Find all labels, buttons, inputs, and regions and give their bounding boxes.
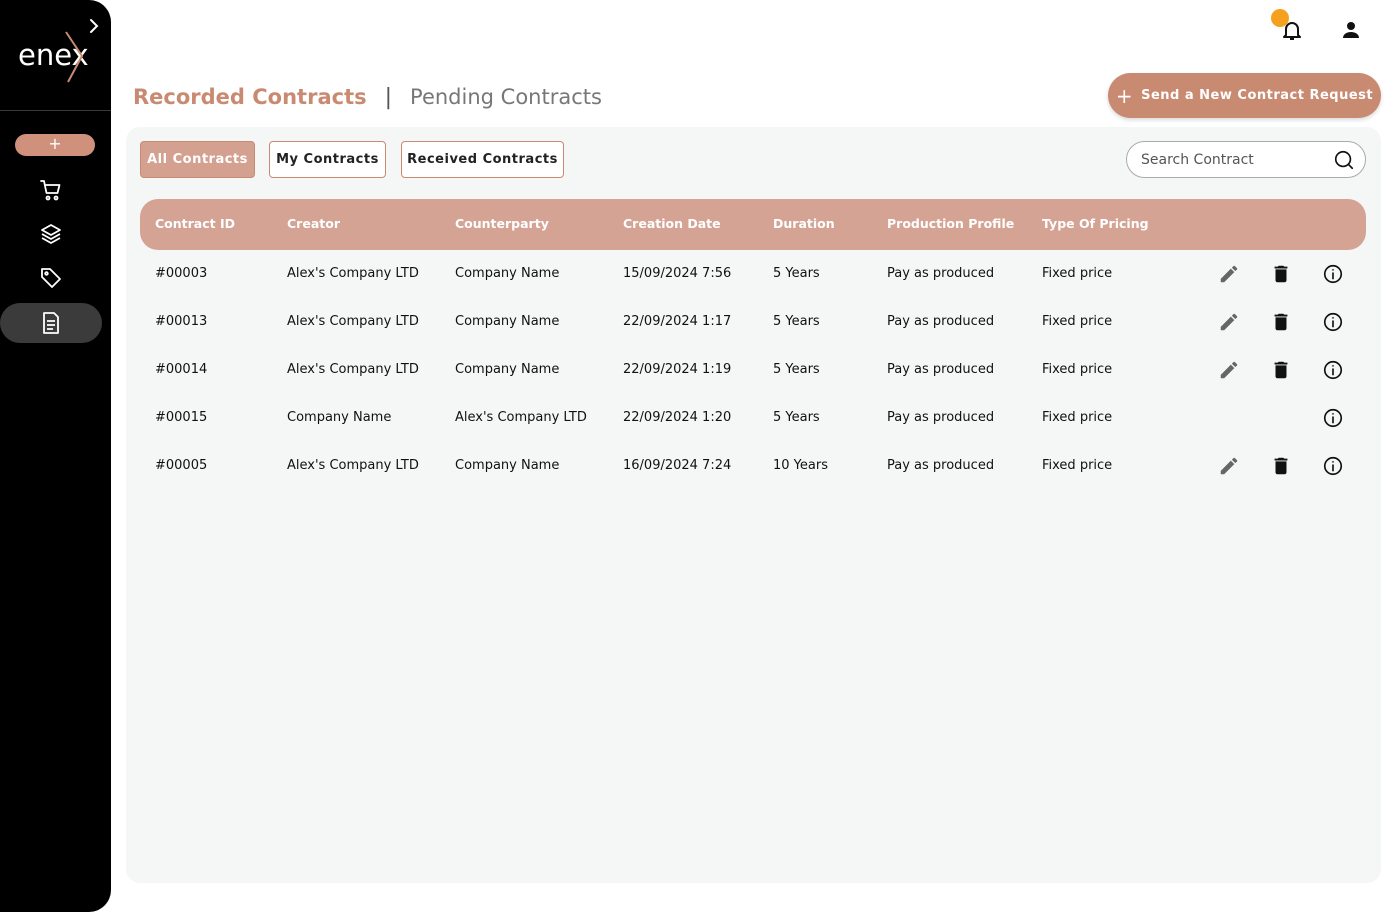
edit-icon[interactable]: [1218, 455, 1240, 477]
sidebar-item-tags[interactable]: [0, 258, 102, 298]
table-cell: Company Name: [455, 458, 560, 473]
table-cell: Fixed price: [1042, 362, 1113, 377]
info-icon[interactable]: [1322, 455, 1344, 477]
table-cell: Alex's Company LTD: [287, 314, 419, 329]
edit-icon[interactable]: [1218, 263, 1240, 285]
table-cell: #00003: [155, 266, 208, 281]
delete-icon[interactable]: [1270, 359, 1292, 381]
column-header[interactable]: Contract ID: [155, 216, 235, 231]
info-icon[interactable]: [1322, 359, 1344, 381]
table-cell: #00014: [155, 362, 208, 377]
info-icon[interactable]: [1322, 407, 1344, 429]
table-cell: Company Name: [455, 266, 560, 281]
table-cell: 15/09/2024 7:56: [623, 266, 732, 281]
table-cell: 5 Years: [773, 410, 820, 425]
table-row[interactable]: #00015 Company Name Alex's Company LTD 22/0…: [140, 394, 1366, 442]
filter-all-contracts[interactable]: All Contracts: [140, 141, 255, 178]
cart-icon: [40, 180, 61, 201]
document-icon: [43, 312, 59, 334]
table-cell: Alex's Company LTD: [287, 266, 419, 281]
info-icon[interactable]: [1322, 263, 1344, 285]
sidebar: enex +: [0, 0, 111, 912]
info-icon[interactable]: [1322, 311, 1344, 333]
table-row[interactable]: #00013 Alex's Company LTD Company Name 22/0…: [140, 298, 1366, 346]
table-cell: Pay as produced: [887, 266, 995, 281]
filter-my-contracts[interactable]: My Contracts: [269, 141, 386, 178]
table-cell: Company Name: [287, 410, 392, 425]
user-icon[interactable]: [1339, 18, 1363, 42]
table-row[interactable]: #00003 Alex's Company LTD Company Name 15/0…: [140, 250, 1366, 298]
column-header[interactable]: Production Profile: [887, 216, 1014, 231]
sidebar-item-cart[interactable]: [0, 170, 102, 210]
table-header: Contract ID Creator Counterparty Creatio…: [140, 199, 1366, 250]
table-cell: Fixed price: [1042, 266, 1113, 281]
search-box: [1126, 141, 1366, 178]
send-button-label: Send a New Contract Request: [1141, 88, 1374, 103]
table-cell: Alex's Company LTD: [287, 458, 419, 473]
send-new-contract-request-button[interactable]: + Send a New Contract Request: [1108, 73, 1381, 118]
table-cell: Alex's Company LTD: [455, 410, 587, 425]
sidebar-item-contracts[interactable]: [0, 303, 102, 343]
plus-icon: +: [1115, 83, 1134, 108]
logo-mark-icon: [65, 31, 84, 83]
table-cell: 22/09/2024 1:20: [623, 410, 732, 425]
table-cell: Alex's Company LTD: [287, 362, 419, 377]
table-cell: #00013: [155, 314, 208, 329]
tab-recorded-contracts[interactable]: Recorded Contracts: [133, 85, 367, 109]
table-cell: #00015: [155, 410, 208, 425]
table-cell: Company Name: [455, 314, 560, 329]
table-cell: Company Name: [455, 362, 560, 377]
table-cell: Pay as produced: [887, 314, 995, 329]
filter-received-contracts[interactable]: Received Contracts: [401, 141, 564, 178]
layers-icon: [41, 224, 61, 244]
tab-separator: |: [384, 84, 393, 110]
table-cell: #00005: [155, 458, 208, 473]
logo: enex: [16, 30, 96, 84]
sidebar-divider: [0, 110, 111, 111]
column-header[interactable]: Duration: [773, 216, 835, 231]
search-input[interactable]: [1141, 151, 1321, 168]
tag-icon: [41, 268, 61, 288]
column-header[interactable]: Type Of Pricing: [1042, 216, 1149, 231]
delete-icon[interactable]: [1270, 311, 1292, 333]
table-cell: 22/09/2024 1:17: [623, 314, 732, 329]
table-cell: 16/09/2024 7:24: [623, 458, 732, 473]
table-cell: 10 Years: [773, 458, 828, 473]
column-header[interactable]: Counterparty: [455, 216, 549, 231]
delete-icon[interactable]: [1270, 263, 1292, 285]
table-cell: 5 Years: [773, 314, 820, 329]
add-button[interactable]: +: [15, 134, 95, 156]
page-tabs: Recorded Contracts | Pending Contracts: [133, 82, 602, 112]
table-cell: Fixed price: [1042, 410, 1113, 425]
delete-icon[interactable]: [1270, 455, 1292, 477]
bell-icon[interactable]: [1280, 18, 1304, 42]
table-row[interactable]: #00005 Alex's Company LTD Company Name 16/0…: [140, 442, 1366, 490]
sidebar-item-layers[interactable]: [0, 214, 102, 254]
table-row[interactable]: #00014 Alex's Company LTD Company Name 22/0…: [140, 346, 1366, 394]
table-cell: Fixed price: [1042, 314, 1113, 329]
column-header[interactable]: Creation Date: [623, 216, 721, 231]
table-cell: 22/09/2024 1:19: [623, 362, 732, 377]
tab-pending-contracts[interactable]: Pending Contracts: [410, 85, 602, 109]
table-cell: Pay as produced: [887, 410, 995, 425]
edit-icon[interactable]: [1218, 359, 1240, 381]
table-cell: 5 Years: [773, 266, 820, 281]
edit-icon[interactable]: [1218, 311, 1240, 333]
table-cell: Fixed price: [1042, 458, 1113, 473]
column-header[interactable]: Creator: [287, 216, 340, 231]
table-cell: Pay as produced: [887, 458, 995, 473]
table-cell: 5 Years: [773, 362, 820, 377]
table-cell: Pay as produced: [887, 362, 995, 377]
search-icon[interactable]: [1333, 149, 1355, 171]
